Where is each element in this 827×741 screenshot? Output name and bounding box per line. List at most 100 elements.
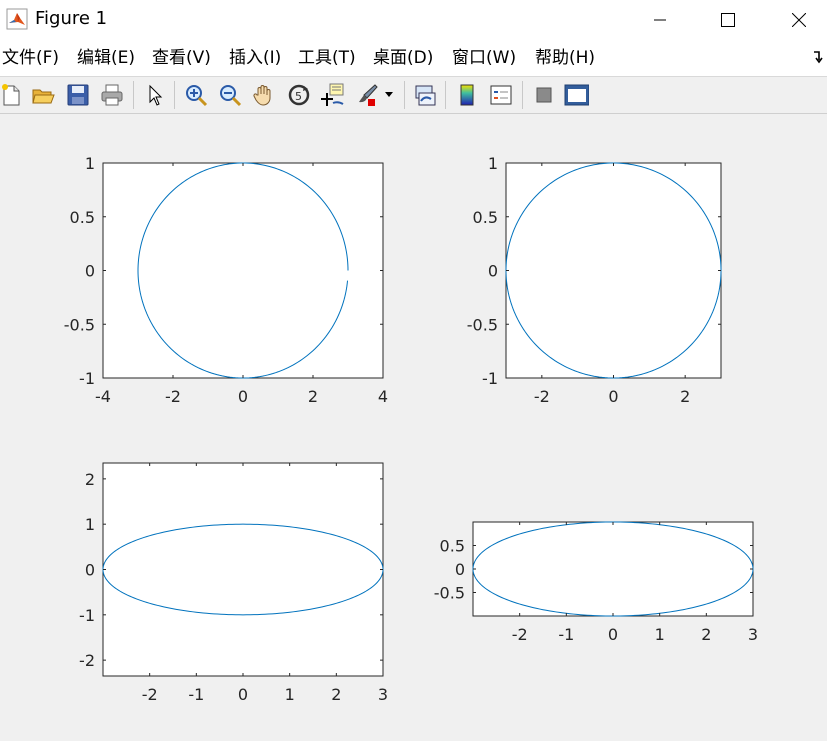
x-tick-label: -2	[534, 387, 550, 406]
zoom-in-button[interactable]	[183, 82, 209, 108]
maximize-button[interactable]	[705, 0, 751, 40]
x-tick-label: -4	[95, 387, 111, 406]
menu-window[interactable]: 窗口(W)	[452, 48, 516, 68]
open-file-button[interactable]	[30, 82, 56, 108]
colorbar-icon	[460, 84, 474, 106]
show-plot-tools-button[interactable]	[563, 82, 589, 108]
subplot-axes-4[interactable]: -2 -1 0 1 2 3 0.5 0 -0.5	[434, 521, 758, 644]
zoom-out-button[interactable]	[217, 82, 243, 108]
x-tick-label: 1	[655, 625, 665, 644]
print-button[interactable]	[99, 82, 125, 108]
x-tick-label: 2	[701, 625, 711, 644]
pointer-icon	[149, 84, 163, 106]
y-tick-label: -0.5	[467, 315, 498, 334]
insert-legend-button[interactable]	[488, 82, 514, 108]
rotate-3d-button[interactable]: 5	[286, 82, 312, 108]
toolbar-separator	[133, 81, 134, 109]
data-cursor-button[interactable]	[320, 82, 346, 108]
new-figure-icon	[2, 84, 20, 106]
menu-help[interactable]: 帮助(H)	[535, 48, 595, 68]
zoom-out-icon	[220, 85, 242, 107]
subplot-axes-3[interactable]: -2 -1 0 1 2 3 2 1 0 -1 -2	[79, 462, 388, 704]
x-tick-label: 2	[308, 387, 318, 406]
y-tick-label: 1	[85, 515, 95, 534]
x-tick-label: -1	[188, 685, 204, 704]
brush-button[interactable]	[354, 82, 380, 108]
zoom-in-icon	[186, 85, 208, 107]
close-button[interactable]	[776, 0, 822, 40]
hide-plot-tools-button[interactable]	[531, 82, 557, 108]
x-tick-label: 0	[608, 387, 618, 406]
axes-box	[472, 521, 754, 617]
new-figure-button[interactable]	[0, 82, 24, 108]
legend-icon	[490, 85, 512, 105]
x-tick-label: 1	[285, 685, 295, 704]
x-tick-label: 4	[378, 387, 388, 406]
menu-insert[interactable]: 插入(I)	[229, 48, 281, 68]
menu-tools[interactable]: 工具(T)	[298, 48, 356, 68]
pan-button[interactable]	[251, 82, 277, 108]
x-tick-label: 2	[680, 387, 690, 406]
x-tick-label: 3	[748, 625, 758, 644]
save-button[interactable]	[65, 82, 91, 108]
close-icon	[792, 13, 806, 27]
y-tick-label: -1	[482, 369, 498, 388]
matlab-logo-icon	[6, 8, 28, 30]
insert-colorbar-button[interactable]	[454, 82, 480, 108]
toolbar-separator	[445, 81, 446, 109]
y-tick-label: -1	[79, 369, 95, 388]
print-icon	[101, 84, 123, 106]
maximize-icon	[721, 13, 735, 27]
edit-plot-button[interactable]	[142, 82, 168, 108]
x-tick-label: 2	[331, 685, 341, 704]
toolbar-separator	[174, 81, 175, 109]
x-tick-label: 0	[238, 387, 248, 406]
window-title: Figure 1	[35, 8, 108, 29]
menu-edit[interactable]: 编辑(E)	[77, 48, 135, 68]
pan-hand-icon	[253, 85, 271, 106]
brush-dropdown-icon	[385, 92, 393, 97]
subplot-grid: -4 -2 0 2 4 1 0.5 0 -0.5 -1 -2 0 2 1 0.5 0 -0.5 -1 -2 -1 0 1 2…	[64, 154, 758, 704]
y-tick-label: 0	[85, 262, 95, 281]
menu-overflow-arrow-icon[interactable]	[813, 49, 825, 65]
x-tick-label: -2	[165, 387, 181, 406]
minimize-button[interactable]	[637, 0, 683, 40]
x-tick-label: 0	[238, 685, 248, 704]
brush-dropdown-button[interactable]	[382, 82, 396, 108]
menu-desktop[interactable]: 桌面(D)	[373, 48, 433, 68]
subplot-axes-1[interactable]: -4 -2 0 2 4 1 0.5 0 -0.5 -1	[64, 154, 388, 406]
link-plot-icon	[415, 85, 436, 106]
figure-canvas[interactable]: -4 -2 0 2 4 1 0.5 0 -0.5 -1 -2 0 2 1 0.5 0 -0.5 -1 -2 -1 0 1 2…	[0, 114, 827, 741]
menu-bar: 文件(F) 编辑(E) 查看(V) 插入(I) 工具(T) 桌面(D) 窗口(W…	[0, 40, 827, 76]
y-tick-label: -0.5	[434, 584, 465, 603]
minimize-icon	[654, 19, 666, 21]
svg-text:5: 5	[295, 90, 302, 103]
axes-box	[102, 462, 384, 677]
brush-icon	[359, 84, 378, 106]
y-tick-label: -1	[79, 606, 95, 625]
x-tick-label: -1	[558, 625, 574, 644]
toolbar-separator	[522, 81, 523, 109]
save-icon	[67, 84, 89, 106]
show-plot-tools-icon	[564, 84, 589, 106]
menu-view[interactable]: 查看(V)	[152, 48, 211, 68]
x-tick-label: -2	[512, 625, 528, 644]
x-tick-label: -2	[142, 685, 158, 704]
y-tick-label: 0	[85, 561, 95, 580]
y-tick-label: 0.5	[70, 208, 95, 227]
y-tick-label: 0.5	[440, 537, 465, 556]
y-tick-label: 1	[85, 154, 95, 173]
toolbar-separator	[404, 81, 405, 109]
y-tick-label: 0	[488, 262, 498, 281]
y-tick-label: 0	[455, 560, 465, 579]
title-bar: Figure 1	[0, 0, 827, 40]
figure-toolbar: 5	[0, 76, 827, 114]
y-tick-label: 0.5	[473, 208, 498, 227]
y-tick-label: 2	[85, 470, 95, 489]
menu-file[interactable]: 文件(F)	[2, 48, 59, 68]
axes-box	[505, 162, 722, 379]
link-plot-button[interactable]	[412, 82, 438, 108]
subplot-axes-2[interactable]: -2 0 2 1 0.5 0 -0.5 -1	[467, 154, 722, 406]
hide-plot-tools-icon	[536, 87, 552, 103]
axes-box	[102, 162, 384, 379]
